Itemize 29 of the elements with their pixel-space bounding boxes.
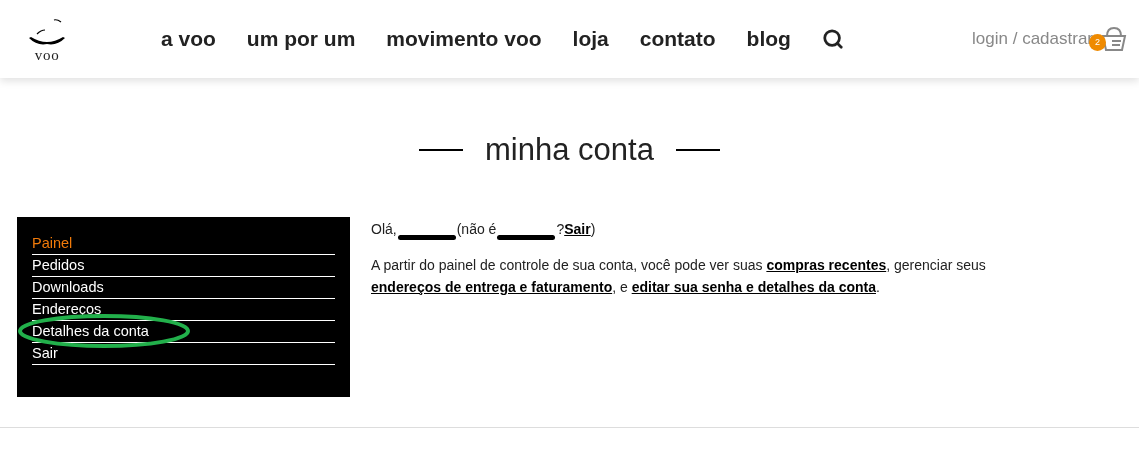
logo[interactable]: voo xyxy=(12,15,82,63)
menu-item[interactable]: Detalhes da conta xyxy=(32,321,335,342)
logo-text: voo xyxy=(34,47,60,63)
text-link[interactable]: Sair xyxy=(564,219,591,240)
redaction-bar xyxy=(397,235,456,240)
nav-link[interactable]: movimento voo xyxy=(386,23,542,55)
menu-item[interactable]: Downloads xyxy=(32,277,335,298)
page-title: minha conta xyxy=(485,134,654,165)
nav-link[interactable]: um por um xyxy=(246,23,356,55)
body-text: . xyxy=(875,279,880,295)
nav-link[interactable]: loja xyxy=(572,23,609,55)
basket-icon[interactable] xyxy=(1101,26,1127,52)
menu-item[interactable]: Pedidos xyxy=(32,255,335,276)
nav-link[interactable]: a voo xyxy=(161,23,216,55)
text-link[interactable]: editar sua senha e detalhes da conta xyxy=(631,279,876,295)
redaction-bar xyxy=(497,235,556,240)
menu-item[interactable]: Sair xyxy=(32,343,335,364)
body-text: , e xyxy=(612,279,629,295)
body-text: (não é xyxy=(456,220,497,239)
nav-link[interactable]: blog xyxy=(746,23,791,55)
body-text: Olá, xyxy=(371,220,397,239)
menu-item[interactable]: Endereços xyxy=(32,299,335,320)
search-icon[interactable] xyxy=(821,28,844,50)
nav-link[interactable]: contato xyxy=(639,23,716,55)
body-text: A partir do painel de controle de sua conta, você pode ver suas xyxy=(371,257,764,273)
menu-item[interactable]: Painel xyxy=(32,233,335,254)
body-text: ) xyxy=(590,220,596,239)
body-text: ? xyxy=(556,220,565,239)
body-text: , gerenciar seus xyxy=(886,257,986,273)
